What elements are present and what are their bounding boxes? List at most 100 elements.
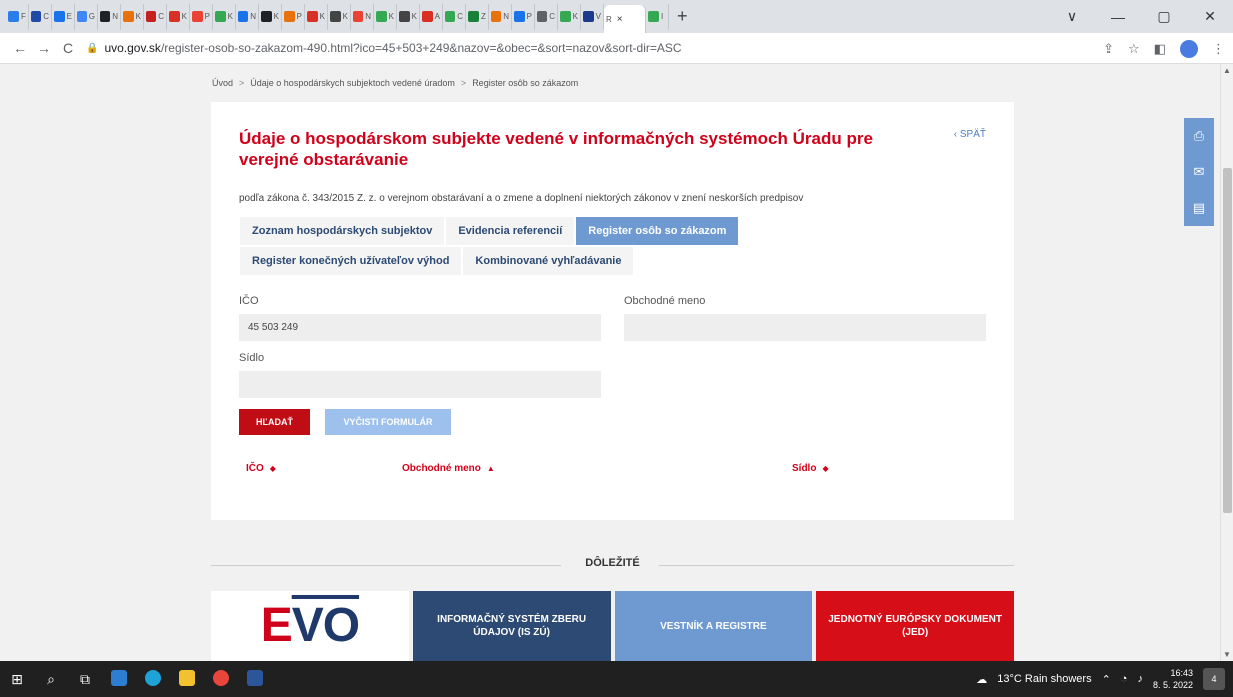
column-header-name[interactable]: Obchodné meno ▲ <box>402 463 495 474</box>
side-panel-icon[interactable]: ◧ <box>1154 41 1166 57</box>
browser-tab[interactable]: C <box>29 3 52 30</box>
back-link[interactable]: ‹ SPÄŤ <box>954 129 986 140</box>
browser-tab-label: Z <box>481 12 486 21</box>
browser-tab[interactable]: N <box>351 3 374 30</box>
minimize-icon[interactable]: — <box>1095 9 1141 25</box>
close-window-icon[interactable]: ✕ <box>1187 8 1233 25</box>
browser-tab[interactable]: K <box>397 3 420 30</box>
forward-arrow-icon[interactable]: → <box>32 40 56 56</box>
browser-tab-strip: F C E G N K C K P K N K P K K N K K A C Z N P C K V R × I + ∨ — ▢… <box>0 0 1233 33</box>
search-icon[interactable]: ⌕ <box>34 671 68 688</box>
back-arrow-icon[interactable]: ← <box>8 40 32 56</box>
browser-tab[interactable]: N <box>489 3 512 30</box>
notifications-badge[interactable]: 4 <box>1203 668 1225 690</box>
clock[interactable]: 16:43 8. 5. 2022 <box>1153 667 1193 691</box>
browser-tab[interactable]: P <box>512 3 535 30</box>
tab-banned-register[interactable]: Register osôb so zákazom <box>575 216 740 246</box>
seat-input[interactable] <box>239 371 601 398</box>
grid-icon <box>648 11 659 22</box>
browser-tab[interactable]: N <box>236 3 259 30</box>
edge-icon[interactable] <box>136 669 170 689</box>
pdf-icon[interactable]: ▤ <box>1193 200 1205 216</box>
mail-icon[interactable]: ✉ <box>1194 164 1205 180</box>
profile-avatar[interactable] <box>1180 39 1198 58</box>
search-button[interactable]: HĽADAŤ <box>239 409 310 435</box>
browser-tab[interactable]: K <box>374 3 397 30</box>
ico-input[interactable]: 45 503 249 <box>239 314 601 341</box>
active-tab-label: R <box>606 14 612 24</box>
file-explorer-icon[interactable] <box>170 669 204 689</box>
tab-search-icon[interactable]: ∨ <box>1049 8 1095 25</box>
print-icon[interactable]: ⎙ <box>1194 128 1204 144</box>
browser-tab-label: K <box>181 12 187 21</box>
browser-tab[interactable]: K <box>167 3 190 30</box>
tab-close-icon[interactable]: × <box>617 14 623 25</box>
maximize-icon[interactable]: ▢ <box>1141 8 1187 25</box>
browser-tab[interactable]: K <box>558 3 581 30</box>
browser-tab-label: N <box>250 12 256 21</box>
bookmark-star-icon[interactable]: ☆ <box>1128 41 1140 57</box>
browser-tab[interactable]: C <box>144 3 167 30</box>
tab-subjects-list[interactable]: Zoznam hospodárskych subjektov <box>239 216 446 246</box>
vestnik-banner[interactable]: VESTNÍK A REGISTRE <box>614 591 813 661</box>
weather-text[interactable]: 13°C Rain showers <box>997 673 1091 685</box>
browser-tab[interactable]: G <box>75 3 98 30</box>
tab-references[interactable]: Evidencia referencií <box>445 216 576 246</box>
window-controls: ∨ — ▢ ✕ <box>1049 0 1233 33</box>
active-tab[interactable]: R × <box>604 5 646 33</box>
iszu-banner[interactable]: INFORMAČNÝ SYSTÉM ZBERU ÚDAJOV (IS ZÚ) <box>412 591 611 661</box>
share-icon[interactable]: ⇪ <box>1103 41 1114 57</box>
system-tray: ☁ 13°C Rain showers ⌃ ◔ ♪ 16:43 8. 5. 20… <box>976 661 1225 697</box>
browser-tab[interactable]: K <box>121 3 144 30</box>
browser-tab[interactable]: C <box>443 3 466 30</box>
breadcrumb-link-subjects[interactable]: Údaje o hospodárskych subjektoch vedené … <box>250 78 455 88</box>
browser-tab-label: A <box>434 12 440 21</box>
browser-tab[interactable]: K <box>259 3 282 30</box>
company-name-input[interactable] <box>624 314 986 341</box>
new-tab-button[interactable]: + <box>677 6 688 27</box>
address-bar-actions: ⇪ ☆ ◧ ⋮ <box>1103 33 1225 64</box>
evo-banner[interactable]: EVO <box>211 591 409 661</box>
column-header-ico[interactable]: IČO ◆ <box>246 463 276 474</box>
browser-tab[interactable]: A <box>420 3 443 30</box>
tray-chevron-icon[interactable]: ⌃ <box>1102 673 1111 686</box>
browser-tab[interactable]: I <box>646 3 669 30</box>
search-icon <box>353 11 364 22</box>
ico-label: IČO <box>239 295 259 307</box>
task-view-icon[interactable]: ⧉ <box>68 671 102 688</box>
browser-tab[interactable]: V <box>581 3 604 30</box>
wifi-icon[interactable]: ◔ <box>1121 673 1128 685</box>
browser-tab[interactable]: F <box>6 3 29 30</box>
chrome-icon[interactable] <box>204 669 238 689</box>
clear-form-button[interactable]: VYČISTI FORMULÁR <box>325 409 451 435</box>
app-icon[interactable] <box>102 669 136 689</box>
reload-icon[interactable]: C <box>56 40 80 56</box>
url-field[interactable]: 🔒 uvo.gov.sk/register-osob-so-zakazom-49… <box>86 41 682 55</box>
grid-icon <box>560 11 571 22</box>
volume-icon[interactable]: ♪ <box>1137 673 1143 685</box>
scroll-up-icon[interactable]: ▲ <box>1223 66 1231 75</box>
word-icon[interactable] <box>238 669 272 689</box>
browser-tab[interactable]: Z <box>466 3 489 30</box>
browser-tab[interactable]: K <box>213 3 236 30</box>
browser-tab[interactable]: P <box>190 3 213 30</box>
scroll-down-icon[interactable]: ▼ <box>1223 650 1231 659</box>
seat-label: Sídlo <box>239 352 265 364</box>
browser-tab[interactable]: K <box>305 3 328 30</box>
breadcrumb-link-home[interactable]: Úvod <box>212 78 233 88</box>
browser-tab[interactable]: P <box>282 3 305 30</box>
tab-beneficial-owners[interactable]: Register konečných užívateľov výhod <box>239 246 463 276</box>
menu-kebab-icon[interactable]: ⋮ <box>1212 41 1225 57</box>
browser-tab-label: K <box>342 12 348 21</box>
column-header-seat[interactable]: Sídlo ◆ <box>792 463 829 474</box>
scrollbar-thumb[interactable] <box>1223 168 1232 513</box>
cat-icon <box>399 11 410 22</box>
windows-start-icon[interactable]: ⊞ <box>0 671 34 688</box>
browser-tab[interactable]: N <box>98 3 121 30</box>
browser-tab[interactable]: K <box>328 3 351 30</box>
tab-combined-search[interactable]: Kombinované vyhľadávanie <box>462 246 635 276</box>
jed-banner[interactable]: JEDNOTNÝ EURÓPSKY DOKUMENT (JED) <box>816 591 1014 661</box>
browser-tab[interactable]: C <box>535 3 558 30</box>
browser-tab[interactable]: E <box>52 3 75 30</box>
page-scrollbar[interactable]: ▲ ▼ <box>1220 64 1233 661</box>
